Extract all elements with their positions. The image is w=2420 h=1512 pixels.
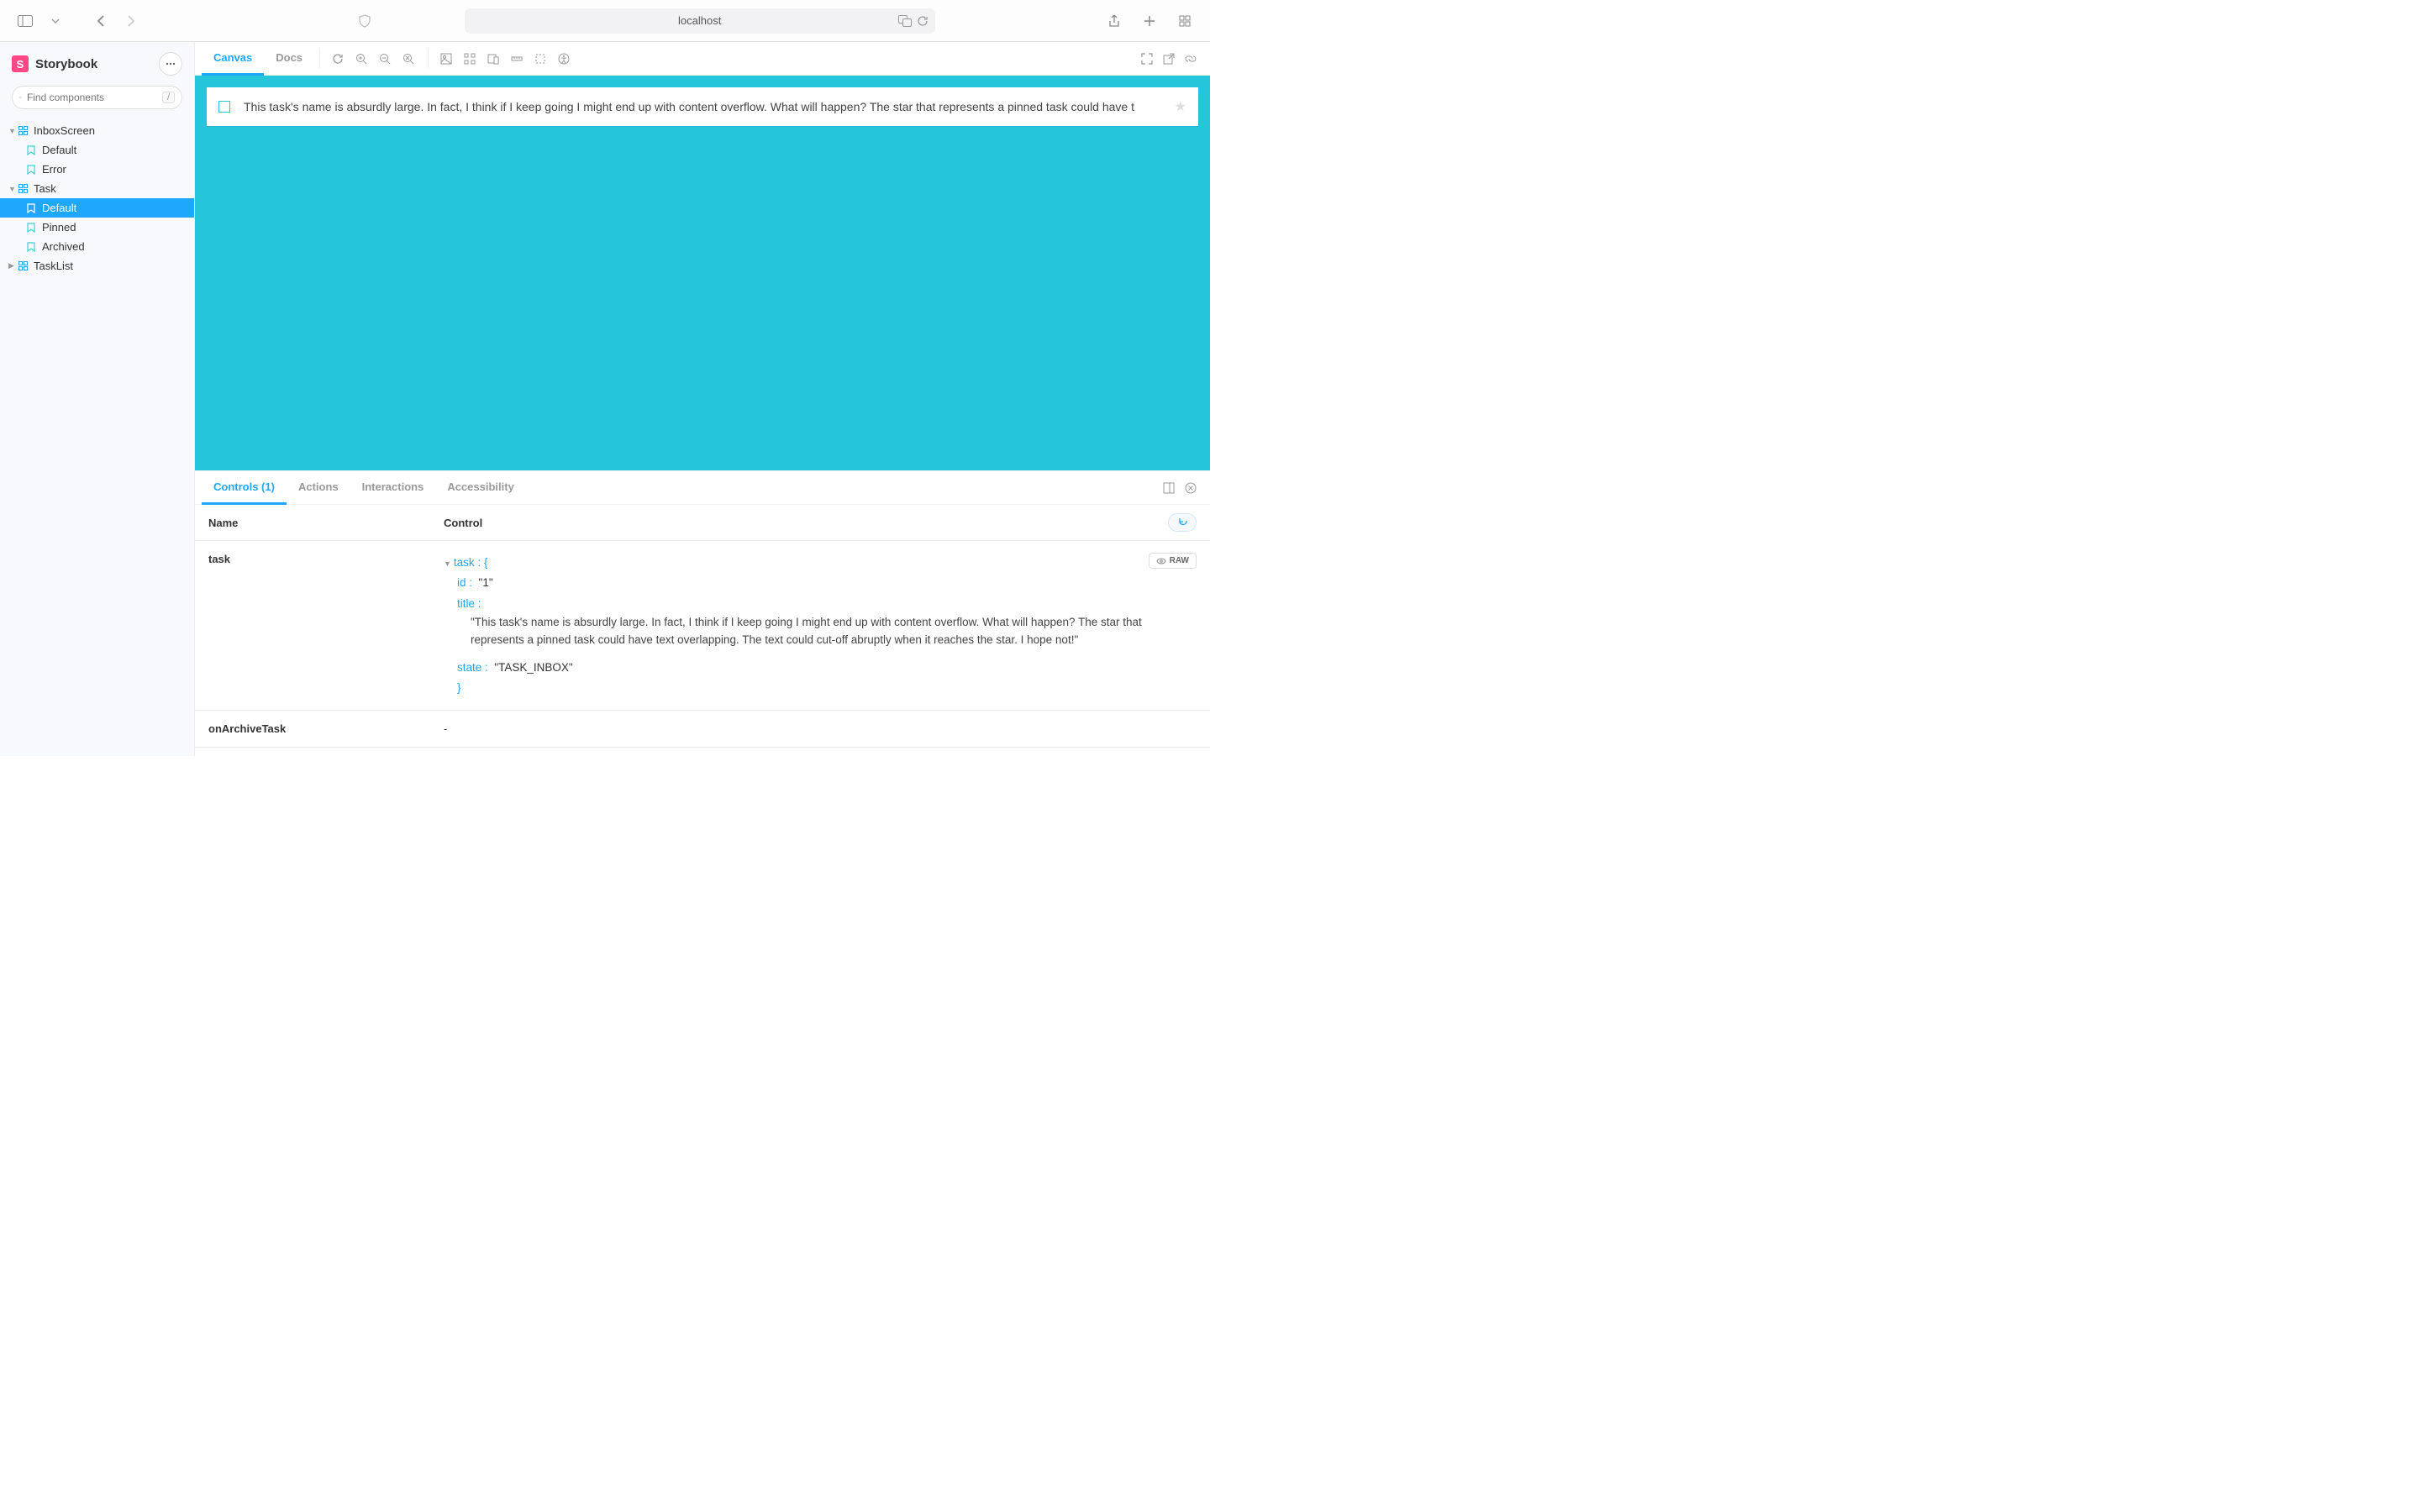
translate-icon[interactable] — [898, 15, 912, 27]
task-checkbox[interactable] — [218, 101, 230, 113]
url-bar[interactable]: localhost — [465, 8, 935, 34]
sidebar-menu-button[interactable] — [159, 52, 182, 76]
search-icon — [19, 92, 22, 102]
back-icon[interactable] — [89, 9, 113, 33]
tree-story[interactable]: Default — [0, 198, 194, 218]
control-row-onarchive: onArchiveTask - — [195, 711, 1210, 748]
main-panel: Canvas Docs — [195, 42, 1210, 756]
tree-item-label: Archived — [42, 240, 85, 253]
tree-story[interactable]: Archived — [0, 237, 194, 256]
tree-story[interactable]: Error — [0, 160, 194, 179]
column-name: Name — [208, 517, 444, 529]
search-input[interactable]: / — [12, 86, 182, 109]
task-item: This task's name is absurdly large. In f… — [207, 87, 1198, 126]
tree-item-label: TaskList — [34, 260, 73, 272]
addons-panel: Controls (1) Actions Interactions Access… — [195, 470, 1210, 756]
search-field[interactable] — [27, 92, 157, 103]
remount-icon[interactable] — [332, 53, 345, 65]
tree-item-label: Default — [42, 144, 76, 156]
tab-overview-icon[interactable] — [1173, 9, 1197, 33]
a11y-icon[interactable] — [558, 53, 571, 65]
task-title: This task's name is absurdly large. In f… — [244, 100, 1161, 113]
raw-toggle-button[interactable]: RAW — [1149, 553, 1197, 569]
tree-item-label: Error — [42, 163, 66, 176]
tab-actions[interactable]: Actions — [287, 471, 350, 505]
tab-interactions[interactable]: Interactions — [350, 471, 436, 505]
close-panel-icon[interactable] — [1185, 482, 1197, 494]
zoom-out-icon[interactable] — [379, 53, 392, 65]
grid-icon[interactable] — [464, 53, 477, 65]
caret-icon: ▶ — [8, 262, 17, 270]
star-icon[interactable]: ★ — [1175, 98, 1186, 115]
toolbar: Canvas Docs — [195, 42, 1210, 76]
story-icon — [25, 222, 37, 234]
measure-icon[interactable] — [511, 53, 524, 65]
tab-accessibility[interactable]: Accessibility — [435, 471, 526, 505]
storybook-logo: S — [12, 55, 29, 72]
object-tree[interactable]: ▼task : { id : "1" title : "This task's … — [444, 553, 1197, 698]
control-row-task: task RAW ▼task : { id : "1" title : "Thi… — [195, 541, 1210, 711]
search-shortcut: / — [162, 92, 175, 103]
column-control: Control — [444, 517, 1168, 529]
new-tab-icon[interactable] — [1138, 9, 1161, 33]
zoom-in-icon[interactable] — [355, 53, 369, 65]
component-icon — [17, 260, 29, 272]
control-name: onArchiveTask — [208, 722, 444, 735]
control-name: task — [208, 553, 444, 565]
storybook-root: S Storybook / ▼ InboxScreen Default Error ▼ T… — [0, 42, 1210, 756]
share-icon[interactable] — [1102, 9, 1126, 33]
tree-item-label: InboxScreen — [34, 124, 95, 137]
open-external-icon[interactable] — [1163, 53, 1175, 65]
story-icon — [25, 202, 37, 214]
viewport-icon[interactable] — [487, 53, 501, 65]
tree-item-label: Task — [34, 182, 56, 195]
fullscreen-icon[interactable] — [1141, 53, 1153, 65]
tree-component[interactable]: ▼ Task — [0, 179, 194, 198]
forward-icon[interactable] — [119, 9, 143, 33]
controls-header: Name Control — [195, 505, 1210, 541]
control-row-onpin: onPinTask - — [195, 748, 1210, 756]
tab-docs[interactable]: Docs — [264, 42, 314, 76]
sidebar-toggle-icon[interactable] — [13, 9, 37, 33]
browser-chrome: localhost — [0, 0, 1210, 42]
background-icon[interactable] — [440, 53, 454, 65]
component-icon — [17, 125, 29, 137]
tree-component[interactable]: ▶ TaskList — [0, 256, 194, 276]
tab-controls[interactable]: Controls (1) — [202, 471, 287, 505]
tree-component[interactable]: ▼ InboxScreen — [0, 121, 194, 140]
url-text: localhost — [678, 14, 721, 27]
reload-icon[interactable] — [917, 15, 929, 27]
tree-item-label: Default — [42, 202, 76, 214]
chevron-down-icon[interactable] — [44, 9, 67, 33]
sidebar: S Storybook / ▼ InboxScreen Default Error ▼ T… — [0, 42, 195, 756]
reset-controls-button[interactable] — [1168, 513, 1197, 532]
tree-story[interactable]: Pinned — [0, 218, 194, 237]
component-icon — [17, 183, 29, 195]
link-icon[interactable] — [1185, 53, 1197, 65]
tree-item-label: Pinned — [42, 221, 76, 234]
tree-story[interactable]: Default — [0, 140, 194, 160]
outline-icon[interactable] — [534, 53, 548, 65]
component-tree: ▼ InboxScreen Default Error ▼ Task Default Pinn… — [0, 118, 194, 276]
canvas: This task's name is absurdly large. In f… — [195, 76, 1210, 470]
shield-icon[interactable] — [353, 9, 376, 33]
story-icon — [25, 164, 37, 176]
caret-icon: ▼ — [8, 185, 17, 193]
tab-canvas[interactable]: Canvas — [202, 42, 264, 76]
caret-icon: ▼ — [8, 127, 17, 135]
panel-position-icon[interactable] — [1163, 482, 1175, 494]
story-icon — [25, 241, 37, 253]
zoom-reset-icon[interactable] — [402, 53, 416, 65]
story-icon — [25, 144, 37, 156]
brand-title: Storybook — [35, 57, 97, 71]
